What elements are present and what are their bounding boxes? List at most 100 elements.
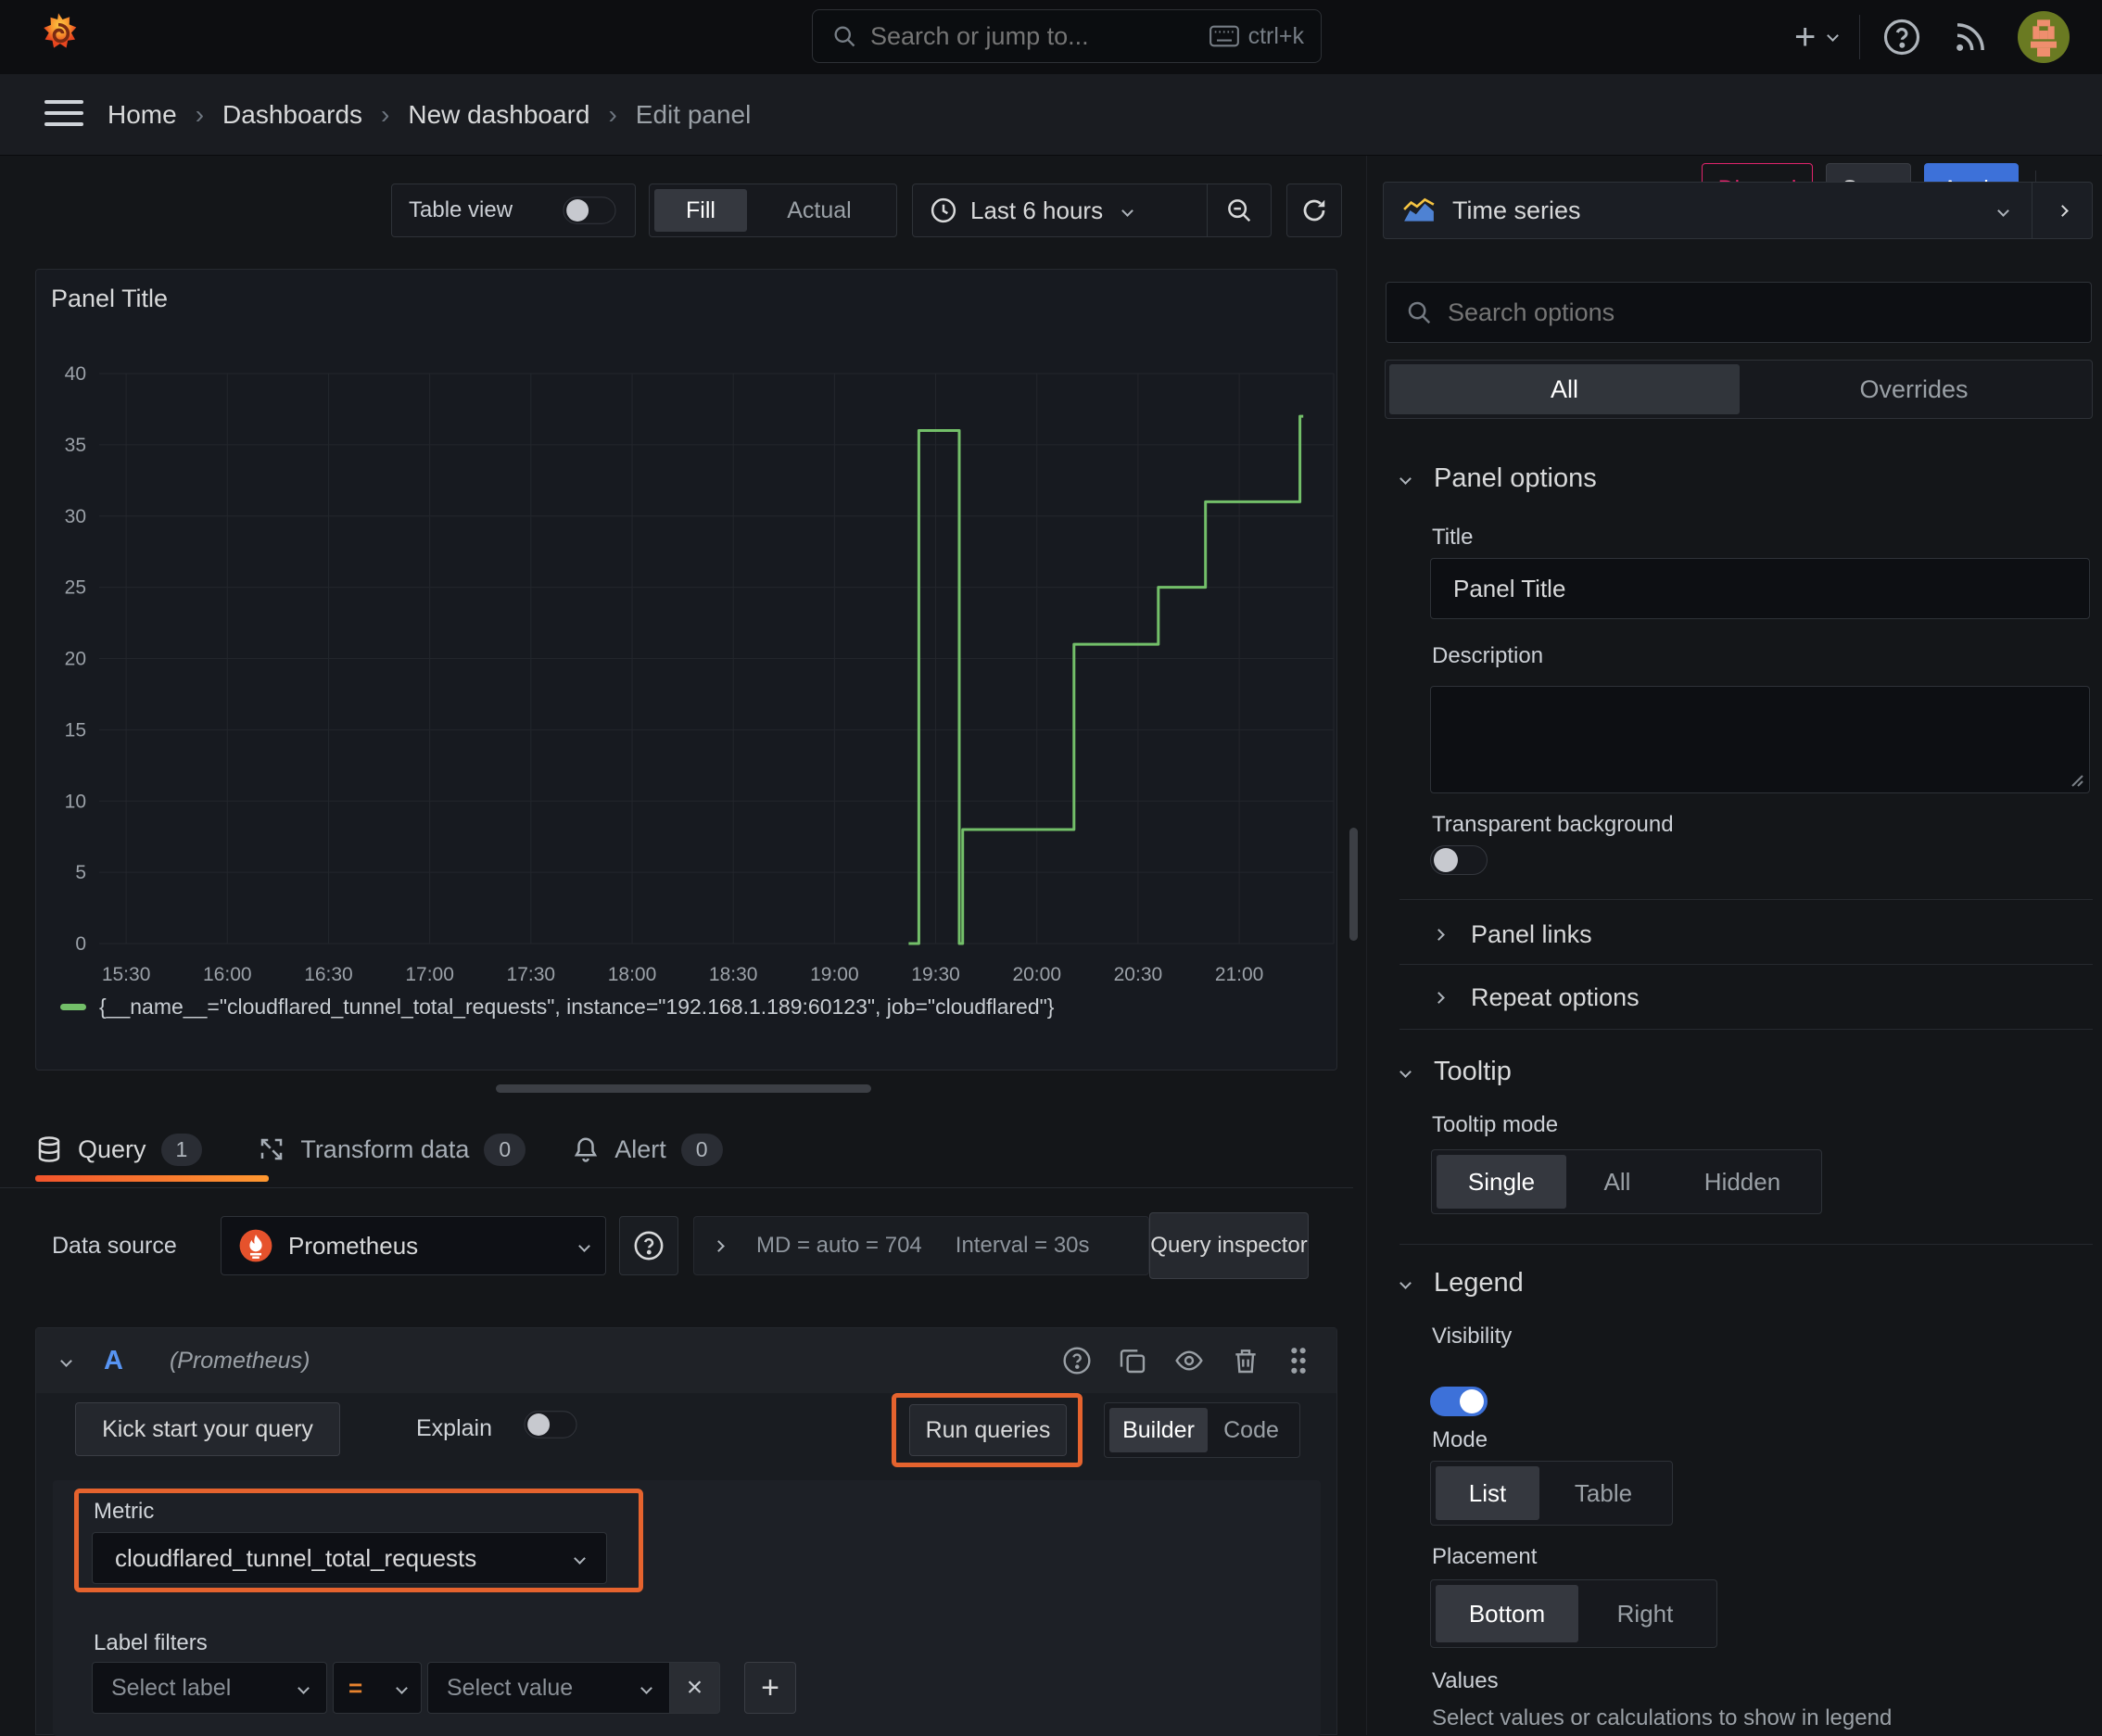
code-option[interactable]: Code <box>1208 1408 1295 1452</box>
options-search-icon <box>1408 301 1431 324</box>
expand-viz-pane-button[interactable] <box>2032 183 2092 238</box>
svg-text:40: 40 <box>65 363 86 385</box>
scrollbar-thumb[interactable] <box>1349 828 1358 941</box>
operator-dropdown[interactable]: = <box>333 1662 422 1714</box>
select-label-dropdown[interactable]: Select label <box>92 1662 327 1714</box>
grafana-logo[interactable] <box>33 11 83 61</box>
section-divider <box>1399 1244 2093 1245</box>
breadcrumb-new-dashboard[interactable]: New dashboard <box>408 100 589 130</box>
svg-text:18:00: 18:00 <box>608 964 657 985</box>
builder-code-toggle: Builder Code <box>1104 1402 1300 1458</box>
breadcrumb-separator: › <box>381 100 390 129</box>
news-rss-icon[interactable] <box>1951 18 1990 57</box>
add-icon[interactable]: + <box>1794 19 1816 56</box>
metric-chevron-icon <box>574 1552 586 1565</box>
remove-filter-button[interactable]: × <box>670 1662 720 1714</box>
global-search[interactable]: ctrl+k <box>812 9 1322 63</box>
tab-query[interactable]: Query 1 <box>35 1133 230 1166</box>
top-nav: ctrl+k + <box>0 0 2102 74</box>
user-avatar[interactable] <box>2018 11 2070 63</box>
options-search[interactable] <box>1386 282 2092 343</box>
breadcrumb-home[interactable]: Home <box>108 100 177 130</box>
tooltip-header[interactable]: Tooltip <box>1399 1057 1512 1087</box>
transparent-background-toggle[interactable] <box>1430 845 1488 875</box>
metric-select[interactable]: cloudflared_tunnel_total_requests <box>92 1532 607 1584</box>
query-options-row[interactable]: MD = auto = 704 Interval = 30s <box>693 1216 1149 1275</box>
svg-text:16:00: 16:00 <box>203 964 252 985</box>
resize-corner-icon[interactable] <box>2069 772 2083 787</box>
query-inspector-button[interactable]: Query inspector <box>1149 1212 1309 1279</box>
delete-query-icon[interactable] <box>1231 1346 1260 1375</box>
svg-text:18:30: 18:30 <box>709 964 758 985</box>
query-collapse-icon[interactable] <box>60 1354 72 1367</box>
visualization-picker[interactable]: Time series <box>1383 182 2093 239</box>
datasource-label: Data source <box>52 1233 177 1259</box>
time-range-label: Last 6 hours <box>970 196 1104 224</box>
svg-text:0: 0 <box>75 933 86 955</box>
repeat-options-section[interactable]: Repeat options <box>1433 971 1640 1023</box>
datasource-picker[interactable]: Prometheus <box>221 1216 606 1275</box>
interval: Interval = 30s <box>955 1233 1090 1258</box>
time-series-chart[interactable]: 0 5 10 15 20 25 30 35 40 15:30 16:00 16:30 17:00 17:3… <box>36 270 1336 1011</box>
legend-item[interactable]: {__name__="cloudflared_tunnel_total_requ… <box>60 995 1054 1020</box>
panel-options-header[interactable]: Panel options <box>1399 463 1597 494</box>
tab-transform[interactable]: Transform data 0 <box>230 1133 553 1166</box>
query-help-icon[interactable] <box>1062 1346 1092 1375</box>
tooltip-hidden-option[interactable]: Hidden <box>1668 1155 1817 1209</box>
panel-title-input[interactable] <box>1430 558 2090 619</box>
select-value-dropdown[interactable]: Select value <box>427 1662 670 1714</box>
kickstart-query-button[interactable]: Kick start your query <box>75 1402 340 1456</box>
repeat-options-chevron-icon <box>1433 991 1445 1004</box>
clock-icon <box>931 197 956 223</box>
query-row-header[interactable]: A (Prometheus) <box>36 1328 1336 1393</box>
legend-mode-toggle: List Table <box>1430 1461 1673 1526</box>
add-chevron-icon[interactable] <box>1827 29 1840 42</box>
svg-text:17:30: 17:30 <box>507 964 556 985</box>
description-textarea[interactable] <box>1430 686 2090 793</box>
toggle-visibility-icon[interactable] <box>1173 1346 1205 1375</box>
builder-option[interactable]: Builder <box>1109 1408 1208 1452</box>
tab-alert[interactable]: Alert 0 <box>553 1133 741 1166</box>
global-search-input[interactable] <box>870 16 1148 57</box>
query-ref-id[interactable]: A <box>104 1346 123 1376</box>
run-queries-button[interactable]: Run queries <box>909 1404 1067 1456</box>
refresh-button[interactable] <box>1286 184 1342 237</box>
options-tab-overrides[interactable]: Overrides <box>1740 364 2088 414</box>
legend-right-option[interactable]: Right <box>1578 1585 1712 1642</box>
fill-actual-toggle: Fill Actual <box>649 184 897 237</box>
explain-toggle[interactable] <box>524 1411 577 1438</box>
tooltip-single-option[interactable]: Single <box>1437 1155 1566 1209</box>
bell-icon <box>575 1137 598 1162</box>
legend-table-option[interactable]: Table <box>1539 1466 1667 1520</box>
add-filter-button[interactable]: + <box>744 1662 796 1714</box>
options-search-input[interactable] <box>1448 298 2072 327</box>
options-expand-icon[interactable] <box>713 1239 725 1252</box>
zoom-out-button[interactable] <box>1208 184 1271 236</box>
explain-label: Explain <box>416 1415 492 1441</box>
breadcrumb-dashboards[interactable]: Dashboards <box>222 100 362 130</box>
help-icon[interactable] <box>1882 18 1921 57</box>
label-filter-row: Select label = Select value × + <box>92 1662 796 1714</box>
legend-list-option[interactable]: List <box>1436 1466 1539 1520</box>
drag-handle-icon[interactable] <box>1286 1345 1311 1376</box>
legend-bottom-option[interactable]: Bottom <box>1436 1585 1578 1642</box>
menu-icon[interactable] <box>44 100 83 126</box>
legend-header[interactable]: Legend <box>1399 1268 1524 1299</box>
query-card: A (Prometheus) Kick start your query Exp… <box>35 1327 1337 1736</box>
legend-values-hint: Select values or calculations to show in… <box>1432 1705 1893 1730</box>
fill-option[interactable]: Fill <box>654 189 747 232</box>
duplicate-query-icon[interactable] <box>1118 1346 1147 1375</box>
label-filters-label: Label filters <box>94 1630 208 1655</box>
svg-text:19:00: 19:00 <box>810 964 859 985</box>
table-view-toggle[interactable] <box>563 196 616 224</box>
actual-option[interactable]: Actual <box>747 189 892 232</box>
datasource-help-button[interactable] <box>619 1216 678 1275</box>
resize-drag-handle[interactable] <box>496 1084 871 1093</box>
time-range-picker[interactable]: Last 6 hours <box>913 196 1207 225</box>
tooltip-all-option[interactable]: All <box>1566 1155 1668 1209</box>
panel-links-section[interactable]: Panel links <box>1433 908 1592 960</box>
transparent-background-label: Transparent background <box>1432 812 1674 837</box>
svg-text:15:30: 15:30 <box>102 964 151 985</box>
options-tab-all[interactable]: All <box>1389 364 1740 414</box>
legend-visibility-toggle[interactable] <box>1430 1387 1488 1416</box>
